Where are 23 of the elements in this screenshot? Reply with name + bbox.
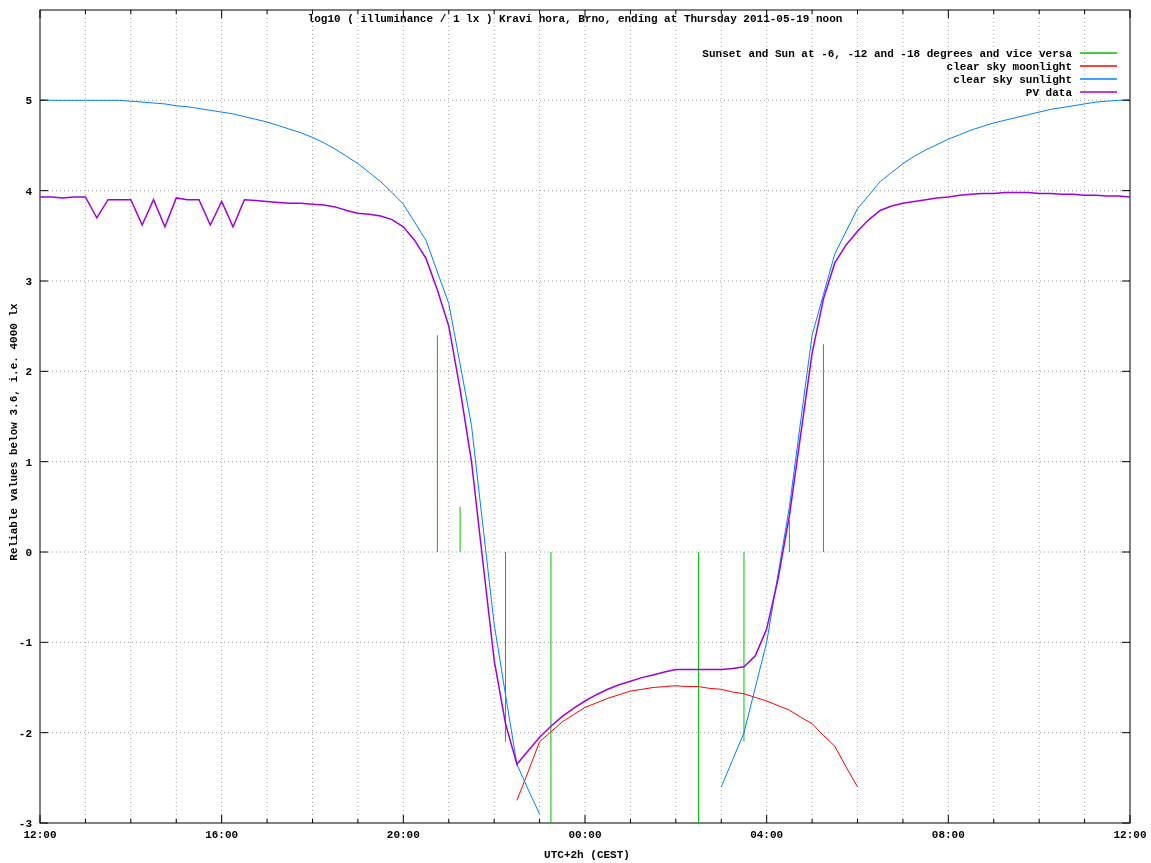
y-tick-label: -3: [18, 818, 32, 830]
legend-label: Sunset and Sun at -6, -12 and -18 degrees and vice versa: [702, 48, 1072, 60]
y-tick-label: 2: [25, 366, 32, 379]
x-tick-label: 12:00: [1113, 829, 1147, 841]
x-tick-label: 12:00: [23, 829, 57, 841]
y-tick-label: -2: [18, 727, 32, 740]
y-tick-label: 4: [25, 185, 32, 198]
x-tick-label: 08:00: [931, 829, 965, 841]
legend-label: PV data: [1025, 87, 1072, 99]
y-axis-label: Reliable values below 3.6, i.e. 4000 lx: [8, 303, 20, 561]
x-axis-label: UTC+2h (CEST): [544, 849, 630, 861]
y-tick-label: -1: [18, 637, 32, 650]
legend-label: clear sky sunlight: [953, 74, 1072, 86]
chart-title: log10 ( illuminance / 1 lx ) Kravi hora, Brno, ending at Thursday 2011-05-19 noon: [307, 13, 843, 25]
y-tick-label: 1: [25, 456, 32, 469]
x-tick-label: 04:00: [750, 829, 784, 841]
y-tick-label: 0: [25, 547, 32, 559]
x-tick-label: 16:00: [205, 829, 239, 841]
x-tick-label: 00:00: [568, 829, 602, 841]
legend-label: clear sky moonlight: [946, 61, 1072, 73]
x-tick-label: 20:00: [386, 829, 420, 841]
y-tick-label: 3: [25, 276, 32, 288]
y-tick-label: 5: [25, 95, 32, 108]
